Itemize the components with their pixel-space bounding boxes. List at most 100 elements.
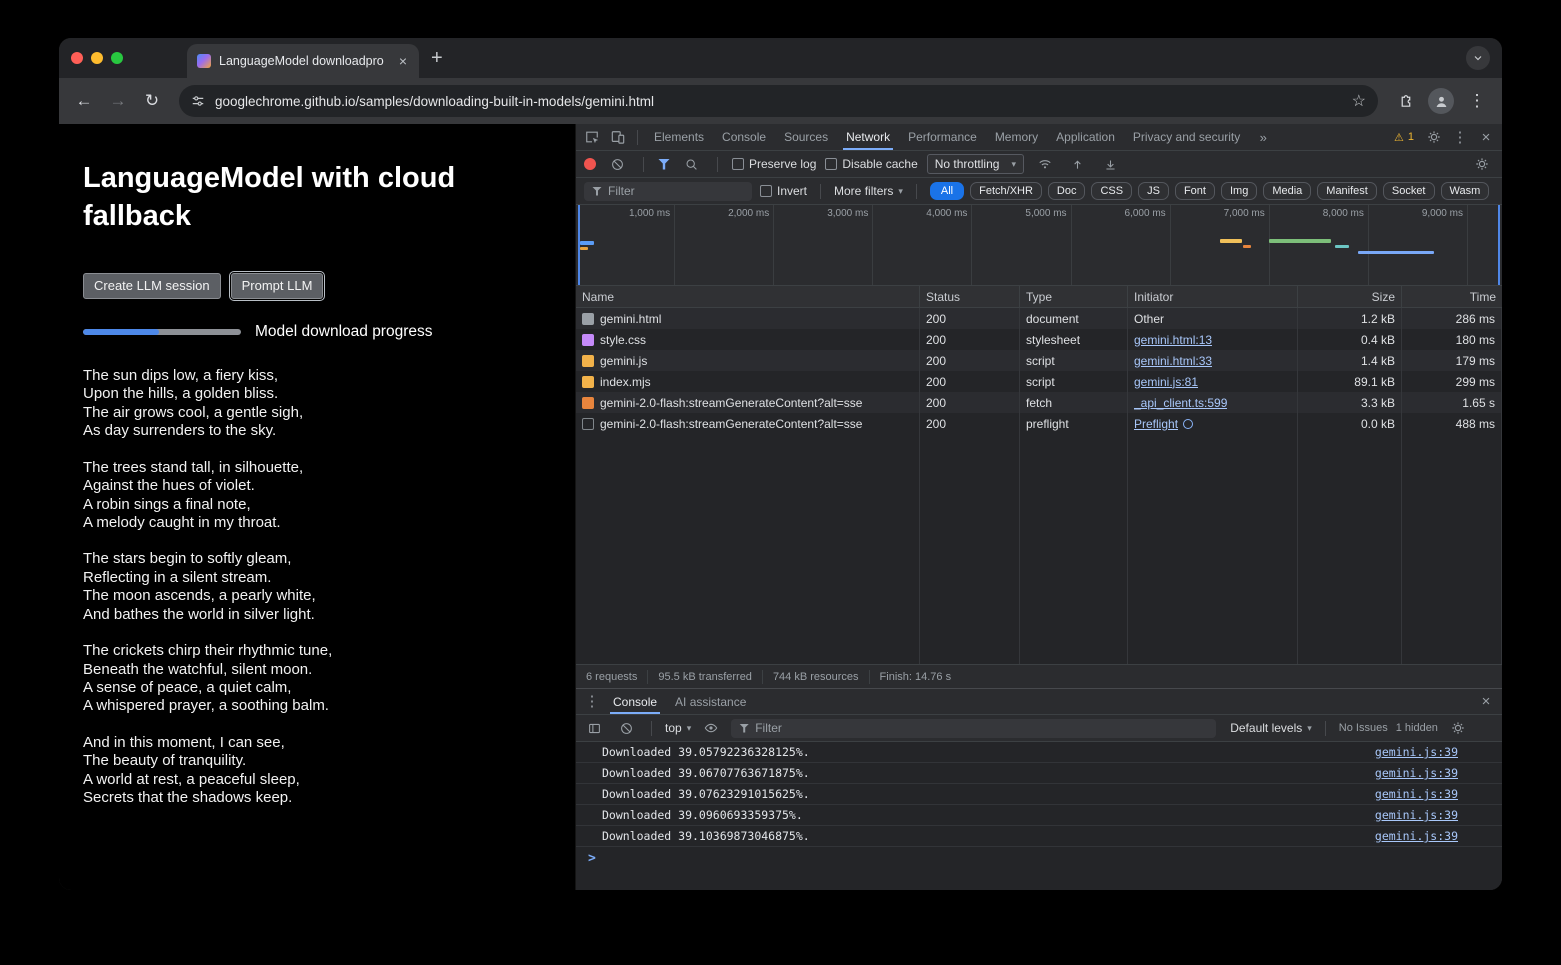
live-expression-icon[interactable] bbox=[699, 715, 723, 741]
initiator-link[interactable]: gemini.js:81 bbox=[1134, 375, 1198, 389]
request-name: index.mjs bbox=[600, 375, 651, 389]
devtools-settings-icon[interactable] bbox=[1422, 124, 1446, 150]
devtools-tab-application[interactable]: Application bbox=[1047, 124, 1124, 150]
initiator-link[interactable]: gemini.html:33 bbox=[1134, 354, 1212, 368]
devtools-tab-elements[interactable]: Elements bbox=[645, 124, 713, 150]
console-settings-icon[interactable] bbox=[1446, 715, 1470, 741]
request-size: 1.4 kB bbox=[1298, 350, 1402, 371]
filter-chip-img[interactable]: Img bbox=[1221, 182, 1257, 200]
network-request-row[interactable]: gemini-2.0-flash:streamGenerateContent?a… bbox=[576, 392, 1502, 413]
devtools-tab-console[interactable]: Console bbox=[713, 124, 775, 150]
issues-warning-badge[interactable]: ⚠1 bbox=[1394, 131, 1414, 144]
profile-avatar[interactable] bbox=[1428, 88, 1454, 114]
clear-console-icon[interactable] bbox=[614, 715, 638, 741]
filter-chip-font[interactable]: Font bbox=[1175, 182, 1215, 200]
column-header-type[interactable]: Type bbox=[1020, 286, 1128, 307]
filter-chip-css[interactable]: CSS bbox=[1091, 182, 1132, 200]
console-context-select[interactable]: top▾ bbox=[665, 721, 691, 735]
record-network-log-button[interactable] bbox=[584, 158, 596, 170]
devtools-tab-memory[interactable]: Memory bbox=[986, 124, 1047, 150]
network-request-row[interactable]: style.css200stylesheetgemini.html:130.4 … bbox=[576, 329, 1502, 350]
drawer-tab-ai-assistance[interactable]: AI assistance bbox=[666, 689, 755, 714]
devtools-tab-network[interactable]: Network bbox=[837, 124, 899, 150]
drawer-close-icon[interactable]: × bbox=[1474, 689, 1498, 714]
throttling-select[interactable]: No throttling▾ bbox=[927, 154, 1024, 174]
column-header-time[interactable]: Time bbox=[1402, 286, 1502, 307]
filter-chip-manifest[interactable]: Manifest bbox=[1317, 182, 1377, 200]
more-tabs-icon[interactable]: » bbox=[1251, 124, 1275, 150]
more-filters-button[interactable]: More filters▾ bbox=[834, 184, 903, 198]
bookmark-icon[interactable]: ☆ bbox=[1352, 91, 1366, 111]
reload-button[interactable]: ↻ bbox=[137, 86, 167, 116]
invert-checkbox[interactable]: Invert bbox=[760, 184, 807, 198]
column-header-name[interactable]: Name bbox=[576, 286, 920, 307]
browser-tab[interactable]: LanguageModel downloadpro × bbox=[187, 44, 419, 78]
filter-toggle-icon[interactable] bbox=[658, 159, 670, 170]
back-button[interactable]: ← bbox=[69, 86, 99, 116]
window-zoom-button[interactable] bbox=[111, 52, 123, 64]
drawer-tab-console[interactable]: Console bbox=[604, 689, 666, 714]
extensions-icon[interactable] bbox=[1390, 86, 1420, 116]
console-source-link[interactable]: gemini.js:39 bbox=[1375, 829, 1458, 843]
issues-status[interactable]: No Issues bbox=[1339, 722, 1388, 734]
console-source-link[interactable]: gemini.js:39 bbox=[1375, 787, 1458, 801]
console-sidebar-icon[interactable] bbox=[582, 715, 606, 741]
devtools-menu-icon[interactable]: ⋮ bbox=[1448, 124, 1472, 150]
column-header-status[interactable]: Status bbox=[920, 286, 1020, 307]
console-source-link[interactable]: gemini.js:39 bbox=[1375, 808, 1458, 822]
devtools-tab-performance[interactable]: Performance bbox=[899, 124, 986, 150]
clear-network-log-icon[interactable] bbox=[605, 151, 629, 177]
filter-chip-wasm[interactable]: Wasm bbox=[1441, 182, 1490, 200]
column-header-initiator[interactable]: Initiator bbox=[1128, 286, 1298, 307]
devtools-tab-privacy-and-security[interactable]: Privacy and security bbox=[1124, 124, 1249, 150]
filter-chip-socket[interactable]: Socket bbox=[1383, 182, 1435, 200]
export-har-icon[interactable] bbox=[1099, 151, 1123, 177]
drawer-menu-icon[interactable]: ⋮ bbox=[580, 689, 604, 714]
import-har-icon[interactable] bbox=[1066, 151, 1090, 177]
warning-icon: ⚠ bbox=[1394, 131, 1404, 144]
prompt-llm-button[interactable]: Prompt LLM bbox=[231, 273, 324, 299]
console-prompt[interactable]: > bbox=[576, 847, 1502, 869]
network-request-row[interactable]: gemini.js200scriptgemini.html:331.4 kB17… bbox=[576, 350, 1502, 371]
devtools-close-icon[interactable]: × bbox=[1474, 124, 1498, 150]
window-close-button[interactable] bbox=[71, 52, 83, 64]
request-name: gemini.html bbox=[600, 312, 661, 326]
create-llm-session-button[interactable]: Create LLM session bbox=[83, 273, 221, 299]
column-header-size[interactable]: Size bbox=[1298, 286, 1402, 307]
hidden-messages-count[interactable]: 1 hidden bbox=[1396, 722, 1438, 734]
console-source-link[interactable]: gemini.js:39 bbox=[1375, 745, 1458, 759]
network-overview[interactable]: 1,000 ms2,000 ms3,000 ms4,000 ms5,000 ms… bbox=[576, 205, 1502, 286]
address-bar[interactable]: googlechrome.github.io/samples/downloadi… bbox=[179, 85, 1378, 117]
network-filter-input[interactable]: Filter bbox=[584, 182, 752, 201]
search-icon[interactable] bbox=[679, 151, 703, 177]
initiator-link[interactable]: _api_client.ts:599 bbox=[1134, 396, 1227, 410]
request-type: fetch bbox=[1020, 392, 1128, 413]
inspect-element-icon[interactable] bbox=[580, 124, 604, 150]
tab-close-icon[interactable]: × bbox=[397, 53, 409, 69]
devtools-tab-sources[interactable]: Sources bbox=[775, 124, 837, 150]
console-source-link[interactable]: gemini.js:39 bbox=[1375, 766, 1458, 780]
filter-chip-doc[interactable]: Doc bbox=[1048, 182, 1086, 200]
console-filter-input[interactable]: Filter bbox=[731, 719, 1216, 738]
disable-cache-checkbox[interactable]: Disable cache bbox=[825, 157, 917, 171]
network-conditions-icon[interactable] bbox=[1033, 151, 1057, 177]
filter-chip-fetch-xhr[interactable]: Fetch/XHR bbox=[970, 182, 1042, 200]
network-request-row[interactable]: index.mjs200scriptgemini.js:8189.1 kB299… bbox=[576, 371, 1502, 392]
new-tab-button[interactable]: + bbox=[431, 48, 443, 68]
device-toolbar-icon[interactable] bbox=[606, 124, 630, 150]
filter-chip-all[interactable]: All bbox=[930, 182, 964, 200]
forward-button[interactable]: → bbox=[103, 86, 133, 116]
window-minimize-button[interactable] bbox=[91, 52, 103, 64]
preserve-log-checkbox[interactable]: Preserve log bbox=[732, 157, 816, 171]
site-settings-icon[interactable] bbox=[191, 94, 205, 108]
filter-chip-js[interactable]: JS bbox=[1138, 182, 1169, 200]
tab-search-button[interactable] bbox=[1466, 46, 1490, 70]
filter-chip-media[interactable]: Media bbox=[1263, 182, 1311, 200]
network-settings-icon[interactable] bbox=[1470, 151, 1494, 177]
initiator-link[interactable]: Preflight bbox=[1134, 417, 1178, 431]
log-levels-select[interactable]: Default levels▾ bbox=[1230, 721, 1312, 735]
network-request-row[interactable]: gemini.html200documentOther1.2 kB286 ms bbox=[576, 308, 1502, 329]
network-request-row[interactable]: gemini-2.0-flash:streamGenerateContent?a… bbox=[576, 413, 1502, 434]
browser-menu-icon[interactable]: ⋮ bbox=[1462, 86, 1492, 116]
initiator-link[interactable]: gemini.html:13 bbox=[1134, 333, 1212, 347]
